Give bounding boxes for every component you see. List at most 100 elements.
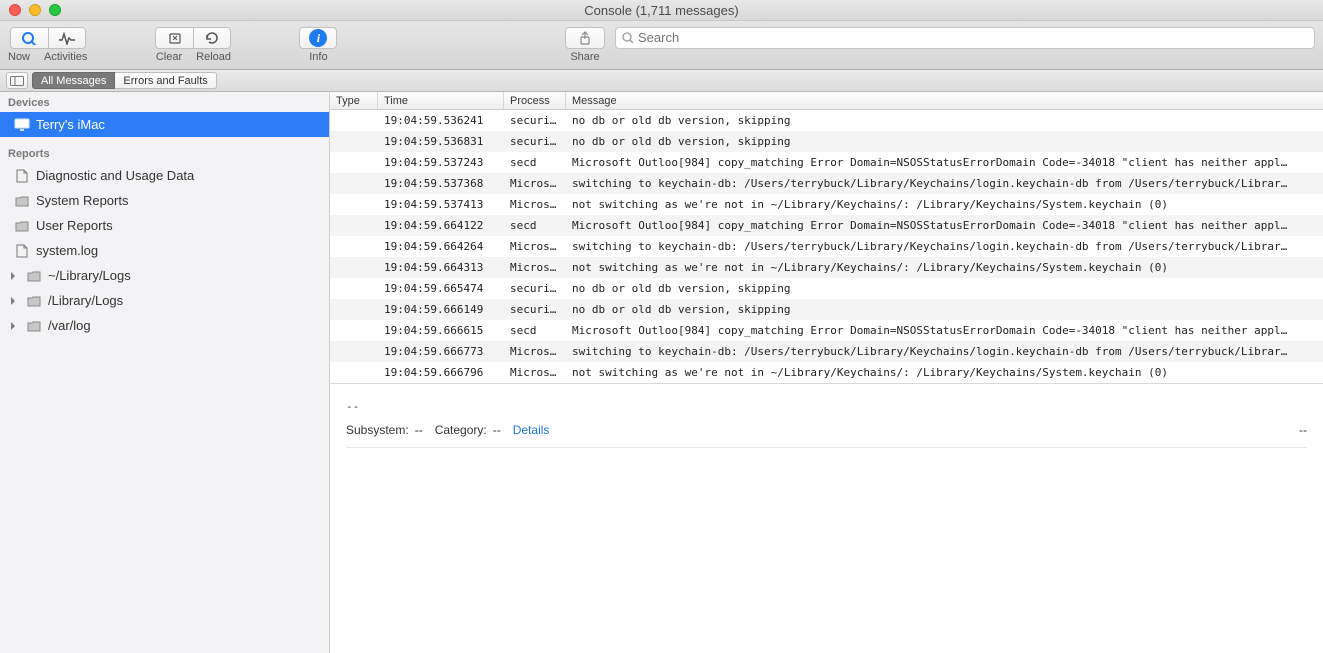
detail-right-dash: -- — [1299, 423, 1307, 437]
cell-message: switching to keychain-db: /Users/terrybu… — [566, 345, 1323, 358]
sidebar-toggle-button[interactable] — [6, 72, 28, 89]
sidebar-userrep-label: User Reports — [36, 218, 113, 233]
folder-icon — [26, 293, 42, 309]
detail-dash: -- — [346, 400, 1307, 413]
folder-icon — [26, 318, 42, 334]
clear-label: Clear — [156, 51, 182, 63]
col-message[interactable]: Message — [566, 92, 1323, 109]
info-label: Info — [309, 51, 327, 63]
cell-message: not switching as we're not in ~/Library/… — [566, 366, 1323, 379]
now-label: Now — [8, 51, 30, 63]
log-row[interactable]: 19:04:59.536831securi…no db or old db ve… — [330, 131, 1323, 152]
detail-subsystem-key: Subsystem: — [346, 423, 409, 437]
sidebar-rootliblogs-label: /Library/Logs — [48, 293, 123, 308]
filter-all-messages[interactable]: All Messages — [32, 72, 115, 89]
cell-time: 19:04:59.664122 — [378, 219, 504, 232]
folder-icon — [26, 268, 42, 284]
cell-process: secd — [504, 324, 566, 337]
column-headers: Type Time Process Message — [330, 92, 1323, 110]
cell-time: 19:04:59.664264 — [378, 240, 504, 253]
share-button[interactable] — [565, 27, 605, 49]
sidebar: Devices Terry's iMac Reports Diagnostic … — [0, 92, 330, 653]
col-time[interactable]: Time — [378, 92, 504, 109]
reload-button[interactable] — [193, 27, 231, 49]
log-row[interactable]: 19:04:59.666149securi…no db or old db ve… — [330, 299, 1323, 320]
close-window[interactable] — [9, 4, 21, 16]
traffic-lights — [0, 4, 61, 16]
zoom-window[interactable] — [49, 4, 61, 16]
cell-process: securi… — [504, 135, 566, 148]
cell-process: securi… — [504, 303, 566, 316]
cell-time: 19:04:59.665474 — [378, 282, 504, 295]
cell-process: secd — [504, 156, 566, 169]
folder-icon — [14, 218, 30, 234]
clear-button[interactable] — [155, 27, 193, 49]
sidebar-userrep[interactable]: User Reports — [0, 213, 329, 238]
sidebar-device[interactable]: Terry's iMac — [0, 112, 329, 137]
search-input[interactable] — [638, 30, 1308, 45]
sidebar-liblogs[interactable]: ~/Library/Logs — [0, 263, 329, 288]
log-row[interactable]: 19:04:59.537368Micros…switching to keych… — [330, 173, 1323, 194]
cell-time: 19:04:59.537243 — [378, 156, 504, 169]
log-row[interactable]: 19:04:59.666796Micros…not switching as w… — [330, 362, 1323, 383]
col-process[interactable]: Process — [504, 92, 566, 109]
filter-bar: All Messages Errors and Faults — [0, 70, 1323, 92]
chevron-right-icon[interactable] — [6, 297, 20, 305]
cell-process: Micros… — [504, 261, 566, 274]
log-row[interactable]: 19:04:59.536241securi…no db or old db ve… — [330, 110, 1323, 131]
log-content: Type Time Process Message 19:04:59.53624… — [330, 92, 1323, 653]
sidebar-sysrep[interactable]: System Reports — [0, 188, 329, 213]
sidebar-diag-label: Diagnostic and Usage Data — [36, 168, 194, 183]
now-button[interactable] — [10, 27, 48, 49]
cell-message: no db or old db version, skipping — [566, 282, 1323, 295]
minimize-window[interactable] — [29, 4, 41, 16]
cell-message: switching to keychain-db: /Users/terrybu… — [566, 240, 1323, 253]
cell-time: 19:04:59.664313 — [378, 261, 504, 274]
activities-button[interactable] — [48, 27, 86, 49]
cell-time: 19:04:59.666796 — [378, 366, 504, 379]
sidebar-varlog-label: /var/log — [48, 318, 91, 333]
sidebar-varlog[interactable]: /var/log — [0, 313, 329, 338]
chevron-right-icon[interactable] — [6, 272, 20, 280]
chevron-right-icon[interactable] — [6, 322, 20, 330]
detail-subsystem-val: -- — [415, 423, 423, 437]
log-row[interactable]: 19:04:59.664313Micros…not switching as w… — [330, 257, 1323, 278]
log-row[interactable]: 19:04:59.666773Micros…switching to keych… — [330, 341, 1323, 362]
reports-header: Reports — [0, 143, 329, 163]
log-row[interactable]: 19:04:59.664122secdMicrosoft Outloo[984]… — [330, 215, 1323, 236]
log-row[interactable]: 19:04:59.666615secdMicrosoft Outloo[984]… — [330, 320, 1323, 341]
detail-category-key: Category: — [435, 423, 487, 437]
details-link[interactable]: Details — [513, 423, 550, 437]
sidebar-liblogs-label: ~/Library/Logs — [48, 268, 131, 283]
info-button[interactable]: i — [299, 27, 337, 49]
log-row[interactable]: 19:04:59.664264Micros…switching to keych… — [330, 236, 1323, 257]
log-rows[interactable]: 19:04:59.536241securi…no db or old db ve… — [330, 110, 1323, 383]
cell-process: Micros… — [504, 345, 566, 358]
search-icon — [622, 32, 634, 44]
activities-label: Activities — [44, 51, 87, 63]
log-row[interactable]: 19:04:59.537413Micros…not switching as w… — [330, 194, 1323, 215]
cell-message: Microsoft Outloo[984] copy_matching Erro… — [566, 219, 1323, 232]
cell-message: Microsoft Outloo[984] copy_matching Erro… — [566, 324, 1323, 337]
cell-process: securi… — [504, 114, 566, 127]
sidebar-diag[interactable]: Diagnostic and Usage Data — [0, 163, 329, 188]
cell-process: securi… — [504, 282, 566, 295]
folder-icon — [14, 193, 30, 209]
sidebar-rootliblogs[interactable]: /Library/Logs — [0, 288, 329, 313]
detail-pane: -- Subsystem: -- Category: -- Details -- — [330, 383, 1323, 454]
cell-process: Micros… — [504, 198, 566, 211]
col-type[interactable]: Type — [330, 92, 378, 109]
cell-process: secd — [504, 219, 566, 232]
cell-time: 19:04:59.537413 — [378, 198, 504, 211]
reload-label: Reload — [196, 51, 231, 63]
cell-message: Microsoft Outloo[984] copy_matching Erro… — [566, 156, 1323, 169]
log-row[interactable]: 19:04:59.537243secdMicrosoft Outloo[984]… — [330, 152, 1323, 173]
imac-icon — [14, 117, 30, 133]
filter-errors-faults[interactable]: Errors and Faults — [115, 72, 216, 89]
sidebar-syslog[interactable]: system.log — [0, 238, 329, 263]
file-icon — [14, 168, 30, 184]
cell-message: not switching as we're not in ~/Library/… — [566, 261, 1323, 274]
share-label: Share — [570, 51, 599, 63]
log-row[interactable]: 19:04:59.665474securi…no db or old db ve… — [330, 278, 1323, 299]
search-field[interactable] — [615, 27, 1315, 49]
